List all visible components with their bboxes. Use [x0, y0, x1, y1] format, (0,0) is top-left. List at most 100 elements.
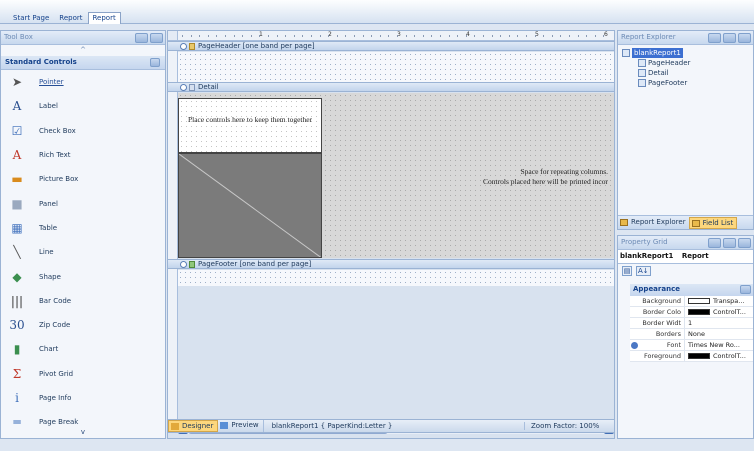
toolbox-category-label: Standard Controls — [5, 58, 77, 66]
expand-icon[interactable] — [631, 342, 638, 349]
property-value[interactable]: None — [685, 329, 753, 339]
tree-node-blankreport1[interactable]: blankReport1 — [622, 48, 753, 58]
property-row-font[interactable]: Font Times New Ro... — [630, 340, 753, 351]
collapse-band-icon[interactable] — [180, 261, 187, 268]
property-value[interactable]: 1 — [685, 318, 753, 328]
tree-node-pagefooter[interactable]: PageFooter — [622, 78, 753, 88]
designer-status-bar: Designer Preview blankReport1 { PaperKin… — [167, 419, 615, 433]
report-designer-surface[interactable]: 123456 PageHeader [one band per page] De… — [167, 30, 615, 439]
toolbox-item-check-box[interactable]: ☑ Check Box — [1, 119, 165, 143]
property-row-background[interactable]: Background Transpa... — [630, 296, 753, 307]
page-footer-band-body[interactable] — [178, 270, 614, 286]
property-grid-title: Property Grid — [621, 238, 668, 246]
toolbox-item-page-info[interactable]: i Page Info — [1, 386, 165, 410]
toolbox-item-shape[interactable]: ◆ Shape — [1, 264, 165, 288]
tree-node-label: Detail — [648, 69, 669, 77]
close-button[interactable] — [738, 33, 751, 43]
ruler-tick — [560, 35, 562, 37]
ruler-corner[interactable] — [168, 31, 178, 41]
tab-field-list[interactable]: Field List — [688, 216, 738, 229]
ruler-tick — [225, 35, 226, 37]
toolbox-item-bar-code[interactable]: ||| Bar Code — [1, 289, 165, 313]
toolbox-item-pointer[interactable]: ➤ Pointer — [1, 70, 165, 94]
toolbox-item-label: Zip Code — [39, 321, 71, 330]
toolbox-scroll-up-button[interactable]: ^ — [1, 46, 165, 55]
tab-start-page[interactable]: Start Page — [8, 12, 54, 24]
property-row-border-widt[interactable]: Border Widt 1 — [630, 318, 753, 329]
close-button[interactable] — [150, 33, 163, 43]
tree-node-pageheader[interactable]: PageHeader — [622, 58, 753, 68]
toolbox-item-label: Table — [39, 223, 58, 232]
band-icon — [189, 261, 195, 268]
collapse-band-icon[interactable] — [180, 84, 187, 91]
collapse-band-icon[interactable] — [180, 43, 187, 50]
property-name-text: Borders — [655, 330, 681, 338]
page-header-band-body[interactable] — [178, 52, 614, 82]
page-footer-band-header[interactable]: PageFooter [one band per page] — [168, 259, 614, 269]
collapse-category-button[interactable] — [740, 285, 751, 294]
ruler-tick — [233, 35, 235, 37]
dropdown-button[interactable] — [708, 33, 721, 43]
toolbox-scroll-down-button[interactable]: v — [1, 428, 165, 436]
ruler-tick — [216, 35, 218, 37]
ruler-tick — [285, 35, 287, 37]
pin-button[interactable] — [723, 33, 736, 43]
toolbox-item-table[interactable]: ▦ Table — [1, 216, 165, 240]
toolbox-category-header[interactable]: Standard Controls — [1, 56, 165, 70]
toolbox-item-chart[interactable]: ▮ Chart — [1, 337, 165, 361]
ruler-tick — [268, 35, 269, 37]
toolbox-item-line[interactable]: ╲ Line — [1, 240, 165, 264]
close-button[interactable] — [738, 238, 751, 248]
ruler-tick — [259, 35, 261, 37]
categorized-icon[interactable]: ▤ — [622, 266, 632, 276]
page-header-band-header[interactable]: PageHeader [one band per page] — [168, 41, 614, 51]
tab-report[interactable]: Report — [54, 12, 87, 24]
placeholder-text: Place controls here to keep them togethe… — [187, 115, 313, 124]
designer-tab[interactable]: Designer — [168, 420, 219, 432]
property-value[interactable]: ControlT... — [685, 351, 753, 361]
property-row-border-colo[interactable]: Border Colo ControlT... — [630, 307, 753, 318]
alphabetical-sort-icon[interactable]: A↓ — [636, 266, 651, 276]
property-row-foreground[interactable]: Foreground ControlT... — [630, 351, 753, 362]
keep-together-panel[interactable]: Place controls here to keep them togethe… — [178, 98, 322, 153]
detail-band-header[interactable]: Detail — [168, 82, 614, 92]
pin-button[interactable] — [723, 238, 736, 248]
ruler-tick — [371, 35, 373, 37]
grey-placeholder-box[interactable] — [178, 153, 322, 258]
collapse-category-button[interactable] — [150, 58, 160, 67]
property-name-text: Border Widt — [642, 319, 681, 327]
checkbox-icon: ☑ — [11, 123, 23, 138]
toolbox-item-pivot-grid[interactable]: Σ Pivot Grid — [1, 362, 165, 386]
app-window: Start Page Report Report Tool Box ^ Stan… — [0, 0, 754, 451]
tab-report-explorer[interactable]: Report Explorer — [618, 217, 689, 229]
pin-button[interactable] — [135, 33, 148, 43]
designer-tab-label: Designer — [182, 422, 214, 430]
property-row-borders[interactable]: Borders None — [630, 329, 753, 340]
property-value-text: ControlT... — [713, 352, 746, 360]
zoom-factor[interactable]: Zoom Factor: 100% — [524, 422, 614, 430]
toolbox-item-label[interactable]: A Label — [1, 94, 165, 118]
property-name-text: Background — [642, 297, 681, 305]
dropdown-button[interactable] — [708, 238, 721, 248]
toolbox-item-label: Picture Box — [39, 175, 79, 184]
property-value[interactable]: Times New Ro... — [685, 340, 753, 350]
property-value[interactable]: Transpa... — [685, 296, 753, 306]
band-icon — [189, 43, 195, 50]
designer-icon — [171, 423, 179, 430]
appearance-category[interactable]: Appearance — [630, 284, 753, 296]
ruler-tick — [319, 35, 321, 37]
property-value[interactable]: ControlT... — [685, 307, 753, 317]
toolbox-item-panel[interactable]: ■ Panel — [1, 191, 165, 215]
tree-node-detail[interactable]: Detail — [622, 68, 753, 78]
report-icon — [622, 49, 630, 57]
toolbox-item-picture-box[interactable]: ▬ Picture Box — [1, 167, 165, 191]
ruler-tick — [422, 35, 424, 37]
tab-report-active[interactable]: Report — [87, 12, 121, 24]
ruler-tick — [483, 35, 484, 37]
toolbox-item-rich-text[interactable]: A Rich Text — [1, 143, 165, 167]
repeat-text-line2: Controls placed here will be printed inc… — [483, 177, 608, 186]
preview-tab[interactable]: Preview — [218, 420, 264, 432]
object-selector[interactable]: blankReport1 Report — [618, 250, 753, 264]
property-grid-title-bar: Property Grid — [618, 236, 753, 250]
toolbox-item-zip-code[interactable]: 30 Zip Code — [1, 313, 165, 337]
